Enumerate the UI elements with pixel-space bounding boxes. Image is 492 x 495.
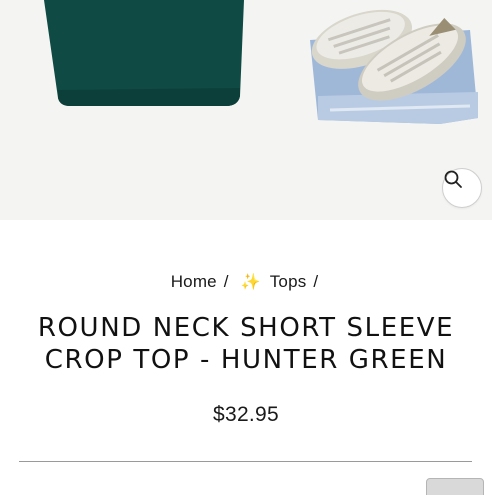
product-price: $32.95 (212, 403, 280, 426)
product-image[interactable] (0, 0, 492, 220)
product-title-line-2: CROP TOP - HUNTER GREEN (44, 345, 448, 375)
zoom-button[interactable] (442, 168, 482, 208)
breadcrumb-separator: / (223, 272, 229, 291)
breadcrumb-home-link[interactable]: Home (171, 272, 217, 292)
sparkle-icon: ✨ (240, 274, 261, 291)
option-select[interactable] (426, 478, 484, 495)
product-photo (0, 0, 492, 220)
magnifier-icon (444, 170, 462, 188)
breadcrumb-tops-link[interactable]: Tops (270, 272, 307, 292)
product-title: ROUND NECK SHORT SLEEVE CROP TOP - HUNTE… (0, 312, 492, 376)
breadcrumb: Home / ✨ Tops / (0, 272, 492, 292)
divider (19, 461, 472, 462)
product-title-line-1: ROUND NECK SHORT SLEEVE (37, 313, 455, 343)
breadcrumb-separator: / (313, 272, 319, 291)
